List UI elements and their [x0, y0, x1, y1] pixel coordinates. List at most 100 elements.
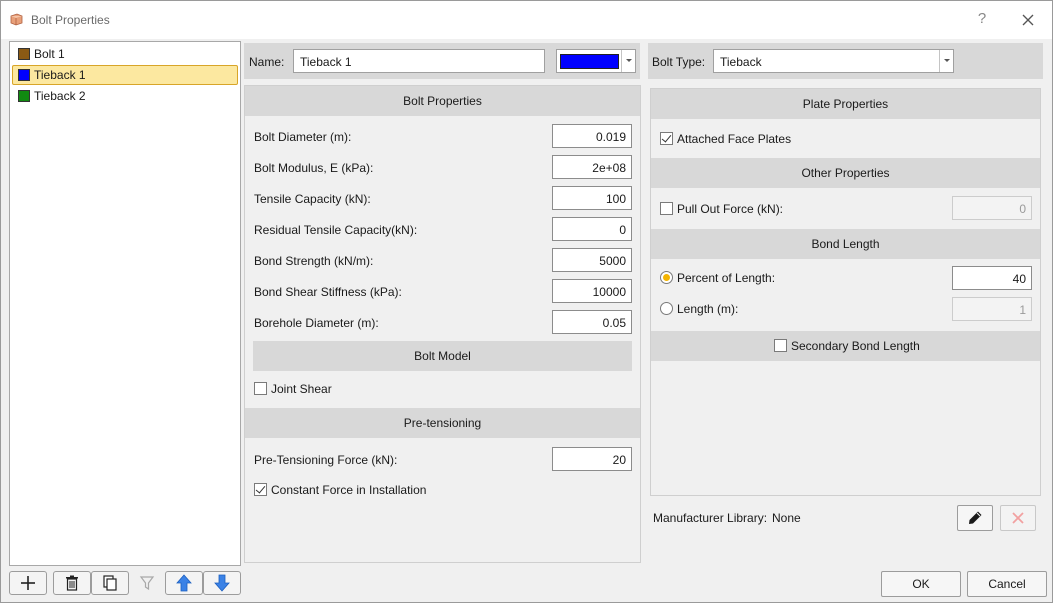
field-value: 40 — [1012, 272, 1026, 286]
edit-library-button[interactable] — [957, 505, 993, 531]
list-item-label: Tieback 1 — [34, 68, 86, 82]
secondary-bond-length-checkbox[interactable] — [774, 339, 787, 352]
field-value: 10000 — [592, 285, 626, 299]
field-label: Borehole Diameter (m): — [254, 316, 379, 330]
delete-icon — [66, 575, 78, 591]
name-bar: Name: Tieback 1 — [244, 43, 640, 79]
move-up-button[interactable] — [165, 571, 203, 595]
field-value: 0.05 — [602, 316, 626, 330]
manufacturer-library-value: None — [772, 511, 801, 525]
name-input[interactable]: Tieback 1 — [293, 49, 545, 73]
constant-force-label: Constant Force in Installation — [271, 483, 427, 497]
percent-of-length-radio[interactable] — [660, 271, 673, 284]
bolt-properties-panel: Bolt Properties Bolt Diameter (m): 0.019… — [244, 85, 641, 563]
field-value: 2e+08 — [592, 161, 626, 175]
bolt-properties-header: Bolt Properties — [245, 86, 640, 116]
secondary-bond-length-label: Secondary Bond Length — [791, 339, 920, 353]
field-value: 0.019 — [595, 130, 626, 144]
joint-shear-checkbox[interactable] — [254, 382, 267, 395]
length-input[interactable]: 1 — [952, 297, 1032, 321]
manufacturer-library-label: Manufacturer Library: — [653, 511, 768, 525]
delete-button[interactable] — [53, 571, 91, 595]
field-label: Bond Shear Stiffness (kPa): — [254, 285, 402, 299]
percent-of-length-label: Percent of Length: — [677, 271, 776, 285]
bond-shear-stiffness-input[interactable]: 10000 — [552, 279, 632, 303]
plate-bond-panel: Plate Properties Attached Face Plates Ot… — [650, 88, 1041, 496]
bond-length-header: Bond Length — [651, 229, 1040, 259]
add-icon — [21, 576, 35, 590]
length-label: Length (m): — [677, 302, 739, 316]
title-bar: Bolt Properties ? — [1, 1, 1052, 39]
constant-force-checkbox[interactable] — [254, 483, 267, 496]
copy-icon — [103, 575, 117, 591]
field-label: Bond Strength (kN/m): — [254, 254, 374, 268]
bolt-type-label: Bolt Type: — [652, 55, 706, 69]
chevron-down-icon[interactable] — [939, 50, 953, 72]
bond-strength-input[interactable]: 5000 — [552, 248, 632, 272]
move-up-icon — [176, 574, 192, 592]
app-icon — [10, 13, 23, 26]
field-value: 1 — [1019, 303, 1026, 317]
list-item-label: Bolt 1 — [34, 47, 65, 61]
color-fill — [560, 54, 619, 69]
pull-out-force-input[interactable]: 0 — [952, 196, 1032, 220]
name-label: Name: — [249, 55, 285, 69]
field-value: 100 — [605, 192, 626, 206]
cancel-button[interactable]: Cancel — [967, 571, 1047, 597]
close-icon — [1012, 512, 1024, 524]
percent-of-length-input[interactable]: 40 — [952, 266, 1032, 290]
plate-properties-header: Plate Properties — [651, 89, 1040, 119]
clear-library-button[interactable] — [1000, 505, 1036, 531]
move-down-button[interactable] — [203, 571, 241, 595]
field-value: 20 — [612, 453, 626, 467]
field-value: 0 — [1019, 202, 1026, 216]
window-title: Bolt Properties — [31, 13, 110, 27]
field-label: Tensile Capacity (kN): — [254, 192, 371, 206]
field-label: Bolt Diameter (m): — [254, 130, 352, 144]
close-icon — [1022, 14, 1034, 26]
field-value: 0 — [619, 223, 626, 237]
pull-out-force-checkbox[interactable] — [660, 202, 673, 215]
bolt-type-value: Tieback — [720, 55, 762, 69]
residual-tensile-capacity-input[interactable]: 0 — [552, 217, 632, 241]
field-value: 5000 — [599, 254, 626, 268]
other-properties-header: Other Properties — [651, 158, 1040, 188]
color-swatch — [18, 90, 30, 102]
move-down-icon — [214, 574, 230, 592]
color-swatch — [18, 48, 30, 60]
list-item-tieback-2[interactable]: Tieback 2 — [12, 86, 238, 106]
field-label: Bolt Modulus, E (kPa): — [254, 161, 374, 175]
bolt-modulus-input[interactable]: 2e+08 — [552, 155, 632, 179]
list-item-label: Tieback 2 — [34, 89, 86, 103]
list-item-bolt-1[interactable]: Bolt 1 — [12, 44, 238, 64]
color-picker[interactable] — [556, 49, 636, 73]
bolt-list[interactable]: Bolt 1 Tieback 1 Tieback 2 — [9, 41, 241, 566]
ok-button[interactable]: OK — [881, 571, 961, 597]
copy-button[interactable] — [91, 571, 129, 595]
pretensioning-header: Pre-tensioning — [245, 408, 640, 438]
tensile-capacity-input[interactable]: 100 — [552, 186, 632, 210]
field-label: Pre-Tensioning Force (kN): — [254, 453, 398, 467]
bolt-diameter-input[interactable]: 0.019 — [552, 124, 632, 148]
close-button[interactable] — [1016, 9, 1040, 31]
bolt-type-select[interactable]: Tieback — [713, 49, 954, 73]
list-item-tieback-1[interactable]: Tieback 1 — [12, 65, 238, 85]
help-button[interactable]: ? — [971, 10, 993, 30]
attached-face-plates-label: Attached Face Plates — [677, 132, 792, 146]
name-input-value: Tieback 1 — [300, 55, 352, 69]
pencil-icon — [969, 511, 982, 524]
joint-shear-label: Joint Shear — [271, 382, 332, 396]
length-radio[interactable] — [660, 302, 673, 315]
bolt-model-header: Bolt Model — [253, 341, 632, 371]
chevron-down-icon[interactable] — [621, 50, 635, 72]
filter-icon — [139, 576, 155, 591]
bolt-type-bar: Bolt Type: Tieback — [648, 43, 1043, 79]
filter-button[interactable] — [135, 571, 159, 595]
borehole-diameter-input[interactable]: 0.05 — [552, 310, 632, 334]
pull-out-force-label: Pull Out Force (kN): — [677, 202, 784, 216]
add-button[interactable] — [9, 571, 47, 595]
pretensioning-force-input[interactable]: 20 — [552, 447, 632, 471]
bolt-properties-dialog: Bolt Properties ? Bolt 1 Tieback 1 Tieba… — [0, 0, 1053, 603]
color-swatch — [18, 69, 30, 81]
attached-face-plates-checkbox[interactable] — [660, 132, 673, 145]
